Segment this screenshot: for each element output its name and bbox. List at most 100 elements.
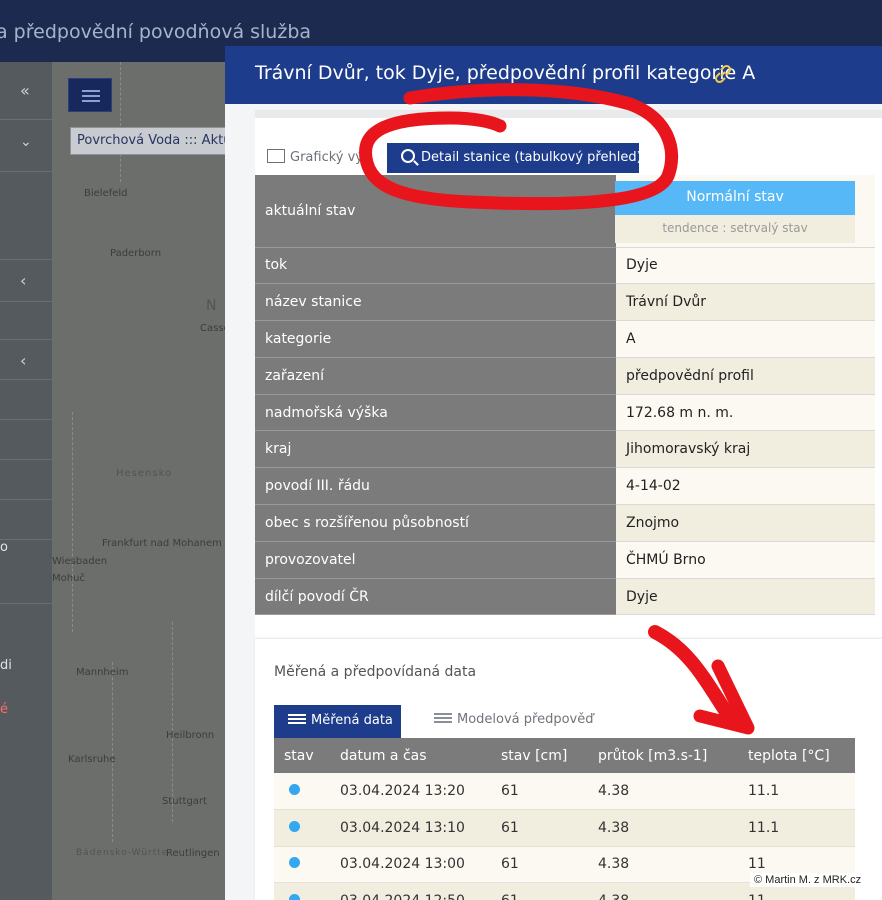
info-key: nadmořská výška [255,394,616,432]
sidebar-row [0,380,52,420]
data-section-title: Měřená a předpovídaná data [274,664,477,680]
map-city-label: Frankfurt nad Mohanem [102,538,222,549]
info-row: dílčí povodí ČR Dyje [255,578,875,616]
info-row: název stanice Trávní Dvůr [255,283,875,322]
sidebar-row: o [0,540,52,604]
tab-detail[interactable]: Detail stanice (tabulkový přehled) [387,143,642,173]
info-key: název stanice [255,283,616,322]
info-key: tok [255,247,616,285]
info-key: dílčí povodí ČR [255,578,616,616]
chevron-left-icon[interactable]: ‹ [20,351,26,370]
map-city-label: Bielefeld [84,188,128,199]
info-value: 4-14-02 [616,467,875,506]
map-city-label: Stuttgart [162,796,207,807]
flow-cell: 4.38 [588,846,738,883]
list-lines-icon [434,712,452,724]
flow-cell: 4.38 [588,882,738,900]
info-value: Znojmo [616,504,875,542]
info-value: Jihomoravský kraj [616,430,875,469]
datetime-cell: 03.04.2024 13:20 [330,773,491,810]
table-row: 03.04.2024 13:10 61 4.38 11.1 [274,809,855,847]
info-key: kategorie [255,320,616,358]
info-key: zařazení [255,357,616,395]
stage-cell: 61 [491,846,588,883]
menu-button[interactable] [68,78,112,112]
sidebar-row-submenu-2[interactable]: ‹ [0,340,52,380]
data-card: Měřená a předpovídaná data Měřená data M… [255,639,882,900]
tab-measured[interactable]: Měřená data [274,705,401,738]
table-header-row: stav datum a čas stav [cm] průtok [m3.s-… [274,738,855,773]
sidebar-row-expand[interactable]: ⌄ [0,120,52,172]
datetime-cell: 03.04.2024 13:00 [330,846,491,883]
column-header[interactable]: teplota [°C] [738,738,855,773]
layer-label[interactable]: Povrchová Voda ::: Aktuá [70,127,230,155]
collapse-double-chevron-icon[interactable]: « [20,81,30,100]
sidebar-row-submenu-1[interactable]: ‹ [0,260,52,302]
sidebar-row [0,302,52,340]
info-row: zařazení předpovědní profil [255,357,875,395]
link-icon[interactable] [711,62,735,86]
stage-cell: 61 [491,773,588,810]
sidebar-row [0,460,52,500]
info-key: obec s rozšířenou působností [255,504,616,542]
chevron-left-icon[interactable]: ‹ [20,271,26,290]
state-tendency: tendence : setrvalý stav [615,215,855,243]
status-cell [274,809,330,847]
temperature-cell: 11.1 [738,809,855,847]
column-header[interactable]: stav [cm] [491,738,588,773]
tab-detail-label: Detail stanice (tabulkový přehled) [421,150,642,165]
station-modal: Trávní Dvůr, tok Dyje, předpovědní profi… [225,46,882,900]
status-dot-icon [289,857,300,869]
info-row: obec s rozšířenou působností Znojmo [255,504,875,542]
column-header[interactable]: průtok [m3.s-1] [588,738,738,773]
map-city-label: Heilbronn [166,730,215,741]
sidebar-text: o [0,540,8,555]
info-value: Dyje [616,247,875,285]
table-row: 03.04.2024 13:20 61 4.38 11.1 [274,773,855,810]
map-view[interactable]: Bielefeld Paderborn Cassel Frankfurt nad… [52,62,225,900]
tab-model-label: Modelová předpověď [457,712,594,727]
modal-header: Trávní Dvůr, tok Dyje, předpovědní profi… [225,46,882,104]
info-value: 172.68 m n. m. [616,394,875,432]
info-key: kraj [255,430,616,469]
state-badge: Normální stav [615,181,855,215]
stage-cell: 61 [491,809,588,847]
status-cell [274,773,330,810]
magnifier-icon [401,149,415,163]
status-dot-icon [289,784,300,795]
modal-title: Trávní Dvůr, tok Dyje, předpovědní profi… [255,62,756,84]
sidebar-row-collapse[interactable]: « [0,62,52,120]
info-value: A [616,320,875,358]
map-city-label: Karlsruhe [68,754,116,765]
info-value: Dyje [616,578,875,616]
info-row: provozovatel ČHMÚ Brno [255,541,875,579]
column-header[interactable]: datum a čas [330,738,491,773]
info-row: nadmořská výška 172.68 m n. m. [255,394,875,432]
status-cell [274,846,330,883]
sidebar-text[interactable]: di [0,658,12,673]
map-state-label: N [206,298,218,314]
info-row: kraj Jihomoravský kraj [255,430,875,469]
map-city-label: Mannheim [76,667,129,678]
river-line [112,662,113,842]
chevron-down-icon[interactable]: ⌄ [20,134,32,150]
datetime-cell: 03.04.2024 13:10 [330,809,491,847]
chart-image-icon [267,149,285,163]
map-city-label: Reutlingen [166,848,220,859]
app-title: a předpovědní povodňová služba [0,21,312,43]
map-state-label: Hesensko [116,468,173,479]
sidebar: « ⌄ ‹ ‹ o di é [0,62,52,900]
column-header[interactable]: stav [274,738,330,773]
info-row: povodí III. řádu 4-14-02 [255,467,875,506]
list-lines-icon [288,713,306,725]
info-key: aktuální stav [255,175,616,248]
info-row: kategorie A [255,320,875,358]
sidebar-row [0,500,52,540]
tab-model[interactable]: Modelová předpověď [434,712,594,727]
stage-cell: 61 [491,882,588,900]
river-line [120,62,121,182]
tab-graph[interactable]: Grafický výv [267,149,371,165]
flow-cell: 4.38 [588,773,738,810]
sidebar-text-alert[interactable]: é [0,702,8,717]
river-line [172,622,173,822]
